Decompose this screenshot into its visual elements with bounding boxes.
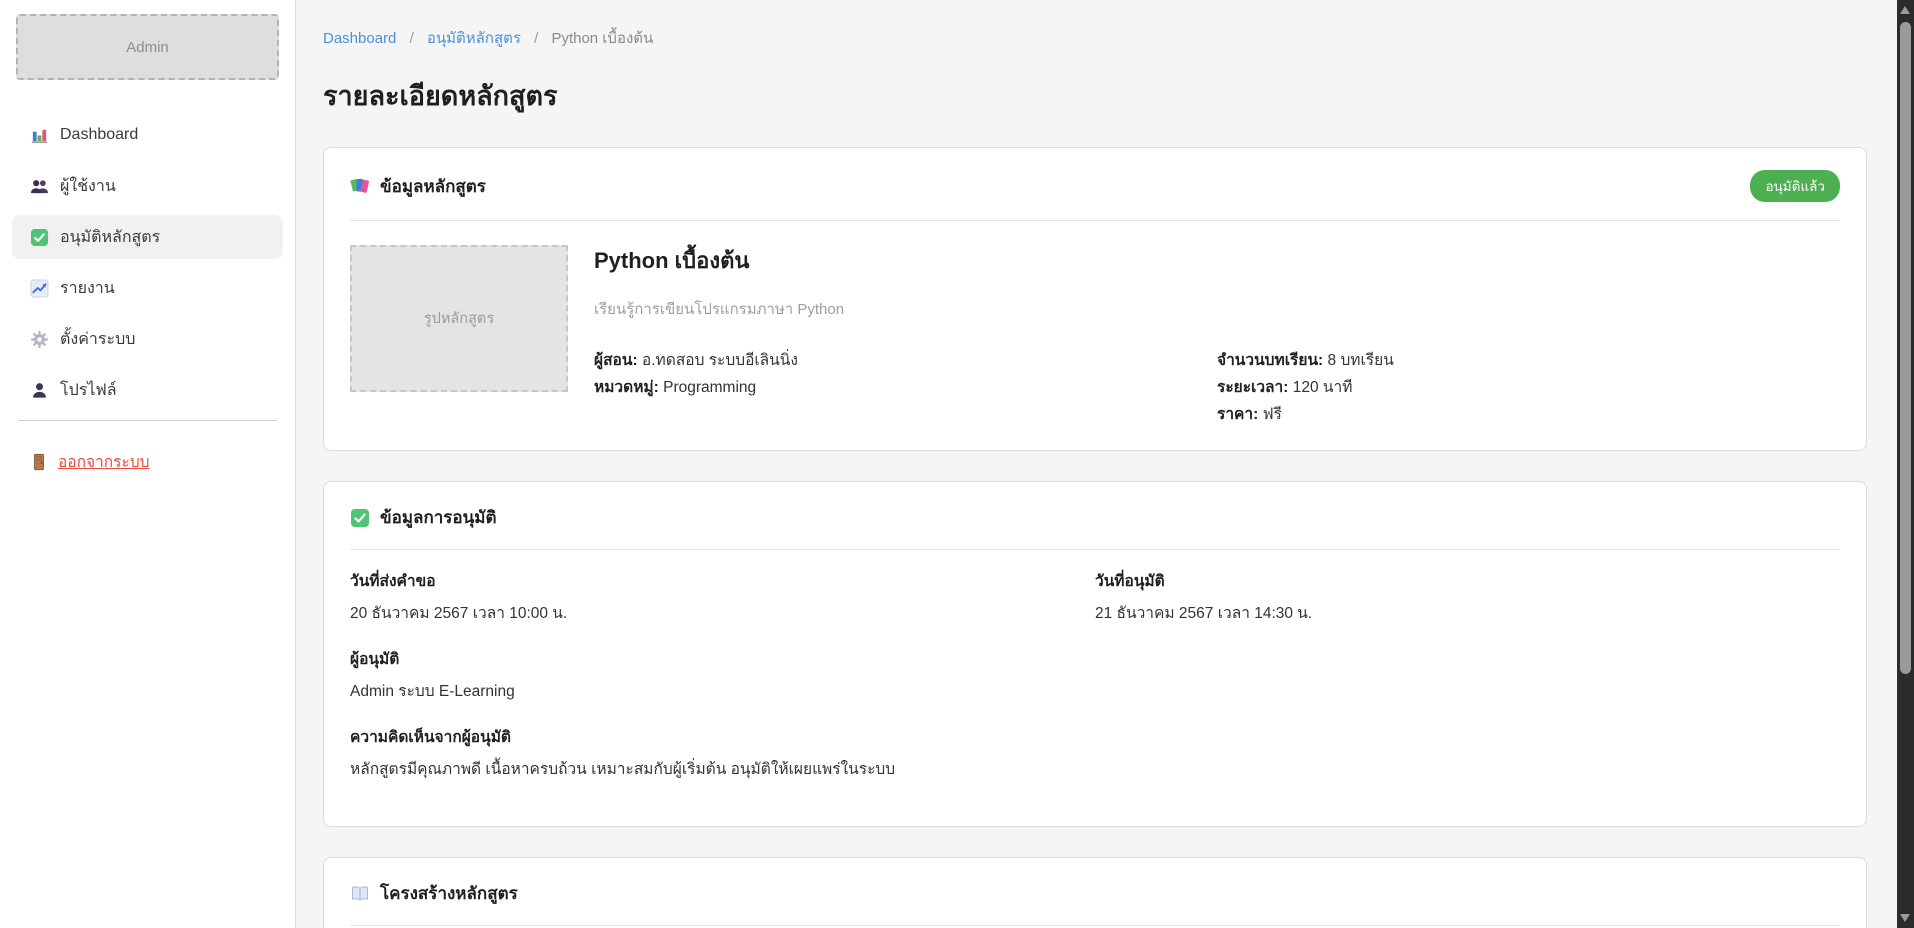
course-image-placeholder: รูปหลักสูตร [350,245,568,392]
course-duration-value: 120 นาที [1293,379,1353,396]
course-price-label: ราคา: [1217,406,1258,423]
sidebar-item-label: ตั้งค่าระบบ [60,327,135,352]
course-structure-card: โครงสร้างหลักสูตร [323,857,1867,928]
sidebar-menu: Dashboard ผู้ใช้งาน [0,113,295,412]
door-icon [30,453,48,471]
course-price-value: ฟรี [1263,406,1282,423]
gear-icon [30,330,49,349]
logout-link[interactable]: ออกจากระบบ [30,449,150,474]
breadcrumb-link-course-approval[interactable]: อนุมัติหลักสูตร [427,30,521,47]
request-date-label: วันที่ส่งคำขอ [350,570,1095,594]
approver-label: ผู้อนุมัติ [350,648,1840,672]
course-duration-label: ระยะเวลา: [1217,379,1288,396]
scrollbar-thumb[interactable] [1900,22,1911,674]
approval-fields: วันที่ส่งคำขอ 20 ธันวาคม 2567 เวลา 10:00… [350,570,1840,782]
course-title: Python เบื้องต้น [594,245,1840,277]
person-icon [30,381,49,400]
request-date-field: วันที่ส่งคำขอ 20 ธันวาคม 2567 เวลา 10:00… [350,570,1095,626]
course-info-card-header: ข้อมูลหลักสูตร อนุมัติแล้ว [350,170,1840,202]
course-instructor-value: อ.ทดสอบ ระบบอีเลินนิ่ง [642,352,798,369]
course-lessons-value: 8 บทเรียน [1328,352,1394,369]
green-check-icon [30,228,49,247]
course-instructor-line: ผู้สอน: อ.ทดสอบ ระบบอีเลินนิ่ง [594,347,1217,374]
divider [350,220,1840,221]
sidebar-divider [18,420,277,421]
bar-chart-icon [30,126,49,145]
breadcrumb-link-dashboard[interactable]: Dashboard [323,30,396,47]
course-info: Python เบื้องต้น เรียนรู้การเขียนโปรแกรม… [594,245,1840,428]
approval-info-card-header: ข้อมูลการอนุมัติ [350,504,1840,531]
breadcrumb-current: Python เบื้องต้น [551,30,653,47]
approve-date-label: วันที่อนุมัติ [1095,570,1840,594]
breadcrumb-separator: / [534,30,538,47]
sidebar-item-users[interactable]: ผู้ใช้งาน [12,164,283,208]
course-structure-card-header: โครงสร้างหลักสูตร [350,880,1840,907]
scrollbar-up-arrow-icon[interactable] [1900,6,1910,14]
status-badge: อนุมัติแล้ว [1750,170,1840,202]
course-structure-card-title: โครงสร้างหลักสูตร [380,880,518,907]
books-icon [350,176,370,196]
course-meta-right: จำนวนบทเรียน: 8 บทเรียน ระยะเวลา: 120 นา… [1217,347,1840,428]
approver-comment-field: ความคิดเห็นจากผู้อนุมัติ หลักสูตรมีคุณภา… [350,726,1840,782]
request-date-value: 20 ธันวาคม 2567 เวลา 10:00 น. [350,602,1095,626]
green-check-icon [350,508,370,528]
sidebar-item-label: รายงาน [60,276,115,301]
approval-info-card: ข้อมูลการอนุมัติ วันที่ส่งคำขอ 20 ธันวาค… [323,481,1867,827]
divider [350,549,1840,550]
sidebar-item-course-approval[interactable]: อนุมัติหลักสูตร [12,215,283,259]
approver-field: ผู้อนุมัติ Admin ระบบ E-Learning [350,648,1840,704]
course-category-value: Programming [663,379,756,396]
approve-date-field: วันที่อนุมัติ 21 ธันวาคม 2567 เวลา 14:30… [1095,570,1840,626]
course-price-line: ราคา: ฟรี [1217,401,1840,428]
approver-comment-label: ความคิดเห็นจากผู้อนุมัติ [350,726,1840,750]
course-meta: ผู้สอน: อ.ทดสอบ ระบบอีเลินนิ่ง หมวดหมู่:… [594,347,1840,428]
approve-date-value: 21 ธันวาคม 2567 เวลา 14:30 น. [1095,602,1840,626]
course-image-placeholder-text: รูปหลักสูตร [424,307,494,330]
breadcrumb: Dashboard / อนุมัติหลักสูตร / Python เบื… [323,26,1867,50]
sidebar-item-label: อนุมัติหลักสูตร [60,225,160,250]
course-lessons-label: จำนวนบทเรียน: [1217,352,1323,369]
admin-logo-placeholder: Admin [16,14,279,80]
sidebar-item-reports[interactable]: รายงาน [12,266,283,310]
course-meta-left: ผู้สอน: อ.ทดสอบ ระบบอีเลินนิ่ง หมวดหมู่:… [594,347,1217,428]
breadcrumb-separator: / [410,30,414,47]
approver-value: Admin ระบบ E-Learning [350,680,1840,704]
approval-info-card-title: ข้อมูลการอนุมัติ [380,504,497,531]
sidebar-item-dashboard[interactable]: Dashboard [12,113,283,157]
sidebar-item-settings[interactable]: ตั้งค่าระบบ [12,317,283,361]
sidebar-item-label: โปรไฟล์ [60,378,117,403]
sidebar-item-label: Dashboard [60,126,138,144]
course-category-line: หมวดหมู่: Programming [594,374,1217,401]
users-icon [30,177,49,196]
sidebar-item-profile[interactable]: โปรไฟล์ [12,368,283,412]
line-chart-icon [30,279,49,298]
admin-logo-text: Admin [126,39,169,56]
scrollbar[interactable] [1897,0,1914,928]
main-content: Dashboard / อนุมัติหลักสูตร / Python เบื… [296,0,1897,928]
sidebar: Admin Dashboard [0,0,296,928]
course-body: รูปหลักสูตร Python เบื้องต้น เรียนรู้การ… [350,245,1840,428]
course-lessons-line: จำนวนบทเรียน: 8 บทเรียน [1217,347,1840,374]
logout-label: ออกจากระบบ [58,449,150,474]
course-info-card-title: ข้อมูลหลักสูตร [380,173,486,200]
scrollbar-down-arrow-icon[interactable] [1900,914,1910,922]
course-description: เรียนรู้การเขียนโปรแกรมภาษา Python [594,297,1840,321]
page-title: รายละเอียดหลักสูตร [323,74,1867,117]
open-book-icon [350,884,370,904]
course-instructor-label: ผู้สอน: [594,352,638,369]
approval-dates-row: วันที่ส่งคำขอ 20 ธันวาคม 2567 เวลา 10:00… [350,570,1840,648]
course-category-label: หมวดหมู่: [594,379,659,396]
course-info-card: ข้อมูลหลักสูตร อนุมัติแล้ว รูปหลักสูตร P… [323,147,1867,451]
course-duration-line: ระยะเวลา: 120 นาที [1217,374,1840,401]
divider [350,925,1840,926]
sidebar-item-label: ผู้ใช้งาน [60,174,116,199]
approver-comment-value: หลักสูตรมีคุณภาพดี เนื้อหาครบถ้วน เหมาะส… [350,758,1840,782]
